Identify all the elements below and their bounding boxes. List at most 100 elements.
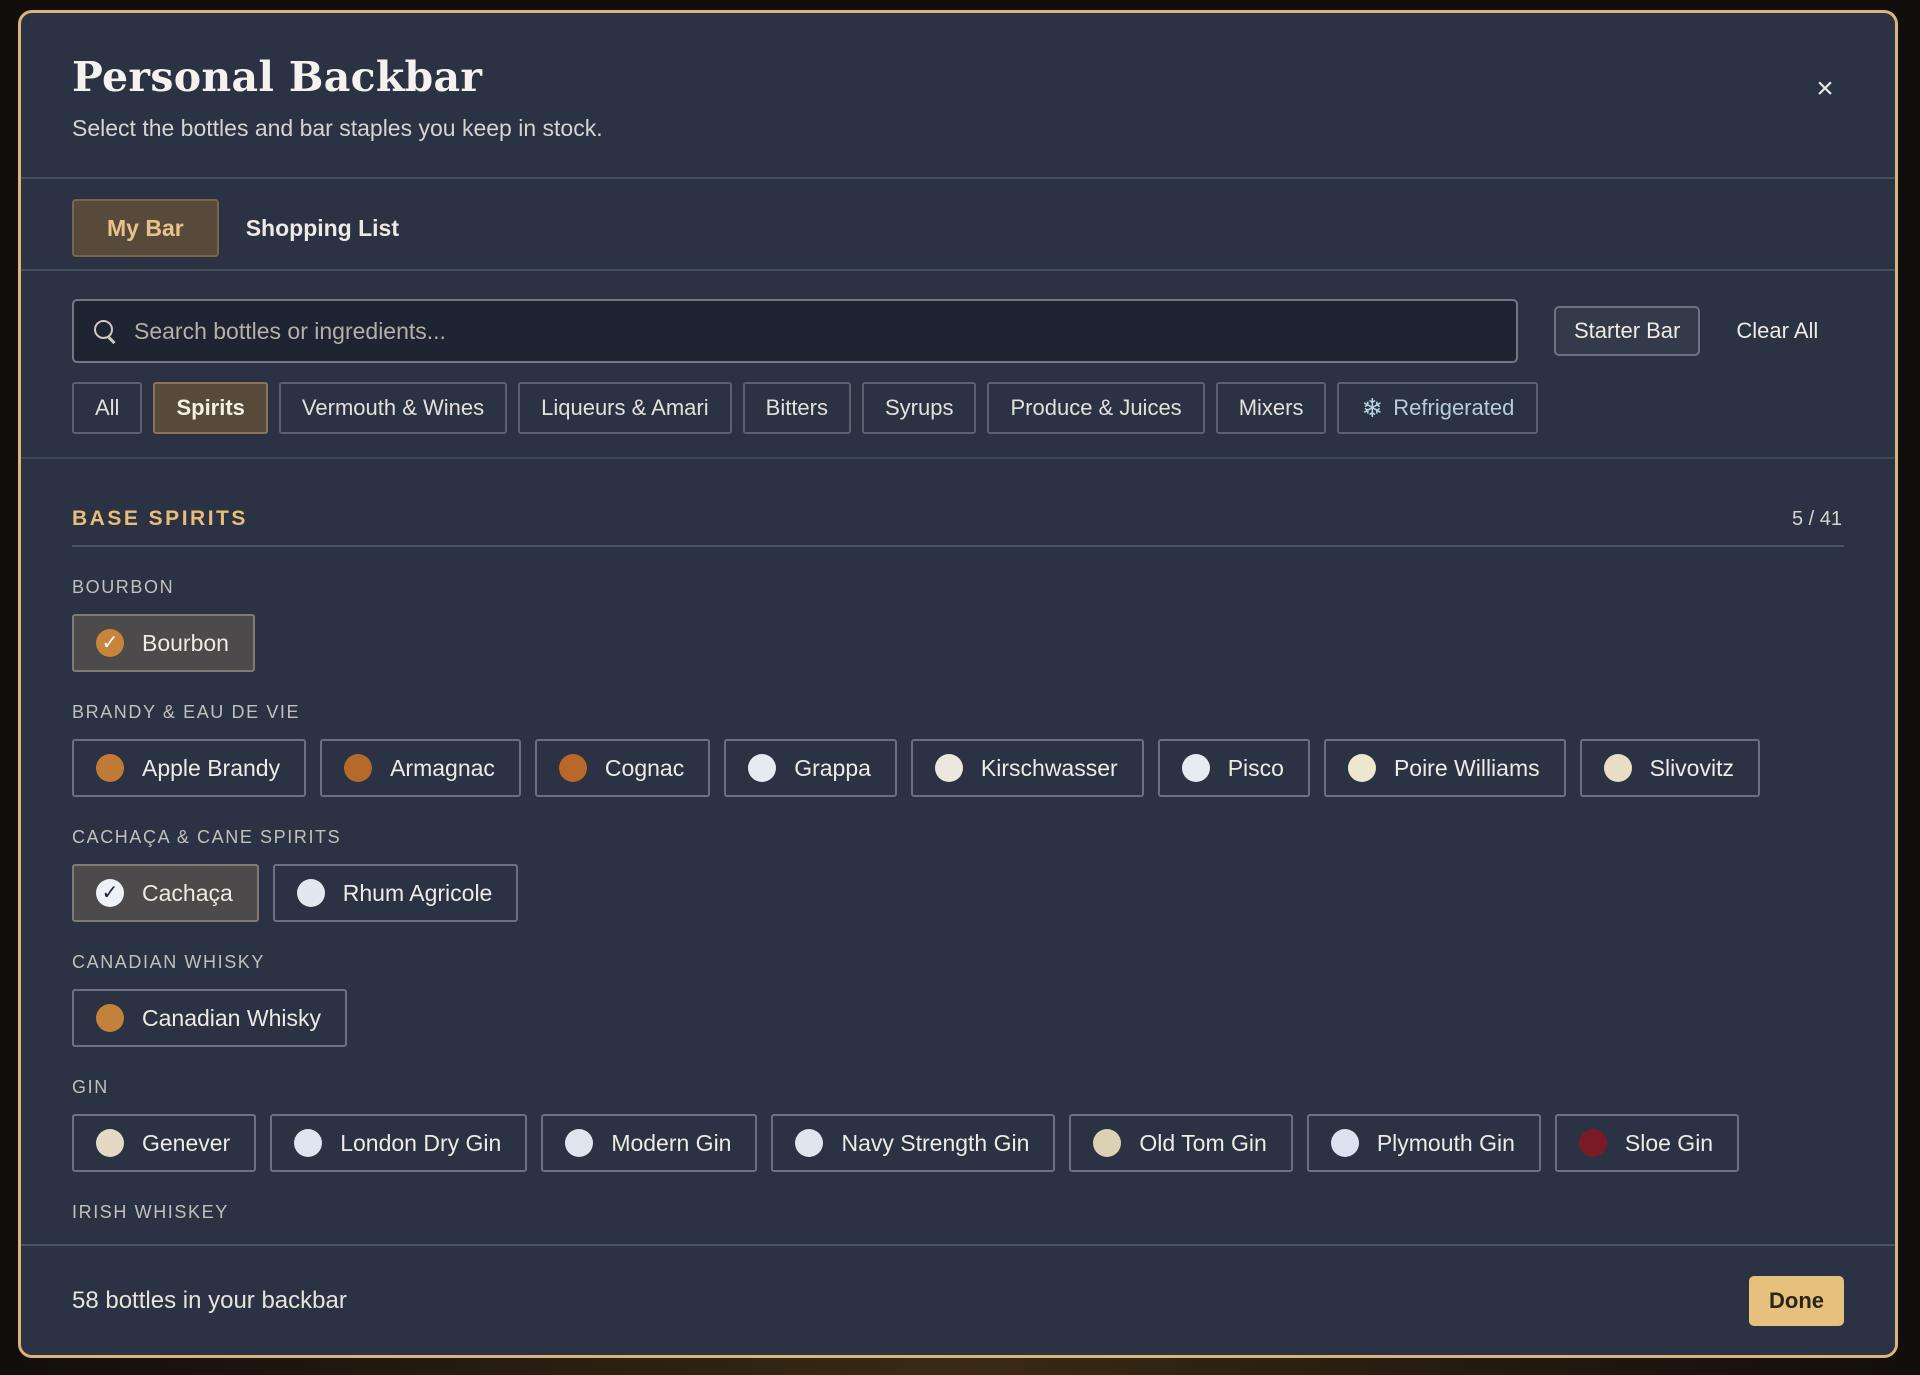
color-swatch-icon bbox=[96, 754, 124, 782]
toolbar: Starter Bar Clear All All Spirits Vermou… bbox=[21, 271, 1895, 459]
filter-liqueurs-amari[interactable]: Liqueurs & Amari bbox=[518, 382, 732, 434]
color-swatch-icon bbox=[1093, 1129, 1122, 1157]
bottle-chip[interactable]: ✓ Bourbon bbox=[72, 614, 255, 672]
bottle-count-status: 58 bottles in your backbar bbox=[72, 1286, 347, 1314]
bottle-chip[interactable]: Grappa bbox=[724, 739, 897, 797]
bottle-chip[interactable]: Navy Strength Gin bbox=[771, 1114, 1056, 1172]
bottle-chip[interactable]: ✓ Cachaça bbox=[72, 864, 259, 922]
group-list: BOURBON ✓ Bourbon BRANDY & EAU DE VIE Apple … bbox=[72, 577, 1844, 1223]
bottle-chip[interactable]: Apple Brandy bbox=[72, 739, 307, 797]
tab-shopping-list[interactable]: Shopping List bbox=[237, 199, 408, 257]
color-swatch-icon bbox=[296, 879, 325, 907]
bottle-chip[interactable]: Sloe Gin bbox=[1554, 1114, 1740, 1172]
filter-produce-juices[interactable]: Produce & Juices bbox=[987, 382, 1205, 434]
filter-refrigerated-label: Refrigerated bbox=[1393, 395, 1515, 420]
backbar-modal: Personal Backbar Select the bottles and … bbox=[18, 10, 1898, 1358]
bottle-chip[interactable]: Modern Gin bbox=[541, 1114, 758, 1172]
color-swatch-icon bbox=[294, 1129, 323, 1157]
starter-bar-button[interactable]: Starter Bar bbox=[1554, 306, 1701, 356]
bottle-chip-label: Genever bbox=[142, 1129, 231, 1156]
bottle-chip[interactable]: Genever bbox=[72, 1114, 257, 1172]
tab-bar: My Bar Shopping List bbox=[21, 179, 1895, 271]
bottle-chip-label: Cognac bbox=[604, 754, 685, 781]
bottle-chip[interactable]: Slivovitz bbox=[1579, 739, 1760, 797]
color-swatch-icon bbox=[1330, 1129, 1359, 1157]
snowflake-icon: ❄ bbox=[1361, 393, 1384, 423]
bottle-chip-label: Modern Gin bbox=[611, 1129, 732, 1156]
bottle-chip-label: Pisco bbox=[1227, 754, 1284, 781]
modal-title: Personal Backbar bbox=[72, 53, 483, 101]
color-swatch-icon bbox=[96, 1004, 124, 1032]
color-swatch-icon bbox=[558, 754, 587, 782]
color-swatch-icon bbox=[934, 754, 963, 782]
color-swatch-icon bbox=[1578, 1129, 1607, 1157]
bottle-chip[interactable]: Kirschwasser bbox=[910, 739, 1144, 797]
filter-spirits[interactable]: Spirits bbox=[153, 382, 268, 434]
bottle-chip[interactable]: London Dry Gin bbox=[270, 1114, 528, 1172]
color-swatch-icon bbox=[565, 1129, 594, 1157]
bottle-chip-label: Canadian Whisky bbox=[142, 1004, 321, 1031]
chip-row: ✓ Cachaça Rhum Agricole bbox=[72, 864, 1844, 922]
bottle-chip-label: Navy Strength Gin bbox=[841, 1129, 1030, 1156]
bottle-chip[interactable]: Poire Williams bbox=[1323, 739, 1566, 797]
bottle-chip-label: Grappa bbox=[794, 754, 871, 781]
group-label: GIN bbox=[72, 1077, 109, 1097]
color-swatch-icon bbox=[344, 754, 373, 782]
bottle-chip[interactable]: Cognac bbox=[534, 739, 711, 797]
filter-bitters[interactable]: Bitters bbox=[742, 382, 851, 434]
bottle-chip-label: Old Tom Gin bbox=[1139, 1129, 1267, 1156]
search-box[interactable] bbox=[72, 299, 1518, 363]
bottle-chip-label: Apple Brandy bbox=[142, 754, 281, 781]
group-label: BOURBON bbox=[72, 577, 175, 597]
done-button[interactable]: Done bbox=[1749, 1275, 1844, 1326]
bottle-chip[interactable]: Canadian Whisky bbox=[72, 989, 347, 1047]
group-label: IRISH WHISKEY bbox=[72, 1202, 229, 1222]
close-icon: × bbox=[1816, 72, 1834, 105]
search-icon bbox=[92, 318, 118, 344]
filter-mixers[interactable]: Mixers bbox=[1215, 382, 1327, 434]
bottle-chip-label: Bourbon bbox=[142, 629, 229, 656]
search-row: Starter Bar Clear All bbox=[72, 299, 1844, 363]
group-label: BRANDY & EAU DE VIE bbox=[72, 702, 301, 722]
bottle-chip-label: Slivovitz bbox=[1649, 754, 1734, 781]
modal-footer: 58 bottles in your backbar Done bbox=[21, 1244, 1895, 1355]
group-label: CANADIAN WHISKY bbox=[72, 952, 266, 972]
chip-row: Genever London Dry Gin Modern Gin Navy Stre… bbox=[72, 1114, 1844, 1172]
bottle-chip-label: Poire Williams bbox=[1393, 754, 1540, 781]
filter-syrups[interactable]: Syrups bbox=[862, 382, 977, 434]
modal-header: Personal Backbar Select the bottles and … bbox=[21, 13, 1895, 179]
color-swatch-icon bbox=[795, 1129, 824, 1157]
filter-vermouth-wines[interactable]: Vermouth & Wines bbox=[278, 382, 508, 434]
bottle-chip[interactable]: Pisco bbox=[1157, 739, 1310, 797]
color-swatch-icon bbox=[96, 1129, 124, 1157]
bottle-chip-label: Plymouth Gin bbox=[1376, 1129, 1515, 1156]
bottle-chip-label: Cachaça bbox=[142, 879, 233, 906]
category-filters: All Spirits Vermouth & Wines Liqueurs & … bbox=[72, 382, 1844, 434]
search-input[interactable] bbox=[134, 317, 1516, 345]
color-swatch-icon bbox=[1181, 754, 1210, 782]
clear-all-button[interactable]: Clear All bbox=[1716, 306, 1838, 356]
tab-my-bar[interactable]: My Bar bbox=[72, 199, 219, 257]
color-swatch-icon bbox=[1347, 754, 1376, 782]
filter-refrigerated[interactable]: ❄ Refrigerated bbox=[1337, 382, 1539, 434]
bottle-chip[interactable]: Old Tom Gin bbox=[1069, 1114, 1293, 1172]
bottle-chip[interactable]: Rhum Agricole bbox=[272, 864, 519, 922]
modal-subtitle: Select the bottles and bar staples you k… bbox=[72, 115, 603, 141]
section-header: BASE SPIRITS 5 / 41 bbox=[72, 507, 1844, 547]
bottle-chip[interactable]: Plymouth Gin bbox=[1306, 1114, 1541, 1172]
chip-row: ✓ Bourbon bbox=[72, 614, 1844, 672]
close-button[interactable]: × bbox=[1807, 71, 1843, 107]
checkmark-icon: ✓ bbox=[96, 629, 124, 657]
section-title: BASE SPIRITS bbox=[72, 507, 248, 530]
group-label: CACHAÇA & CANE SPIRITS bbox=[72, 827, 342, 847]
bottle-chip-label: Kirschwasser bbox=[980, 754, 1118, 781]
checkmark-icon: ✓ bbox=[96, 879, 124, 907]
filter-all[interactable]: All bbox=[72, 382, 143, 434]
bottle-chip[interactable]: Armagnac bbox=[320, 739, 521, 797]
chip-row: Canadian Whisky bbox=[72, 989, 1844, 1047]
chip-row: Apple Brandy Armagnac Cognac Grappa Kirschwa… bbox=[72, 739, 1844, 797]
bottle-chip-label: Rhum Agricole bbox=[342, 879, 493, 906]
bottle-chip-label: Armagnac bbox=[390, 754, 495, 781]
bottle-chip-label: London Dry Gin bbox=[340, 1129, 502, 1156]
bottle-list: BASE SPIRITS 5 / 41 BOURBON ✓ Bourbon BRAND… bbox=[21, 459, 1895, 1251]
